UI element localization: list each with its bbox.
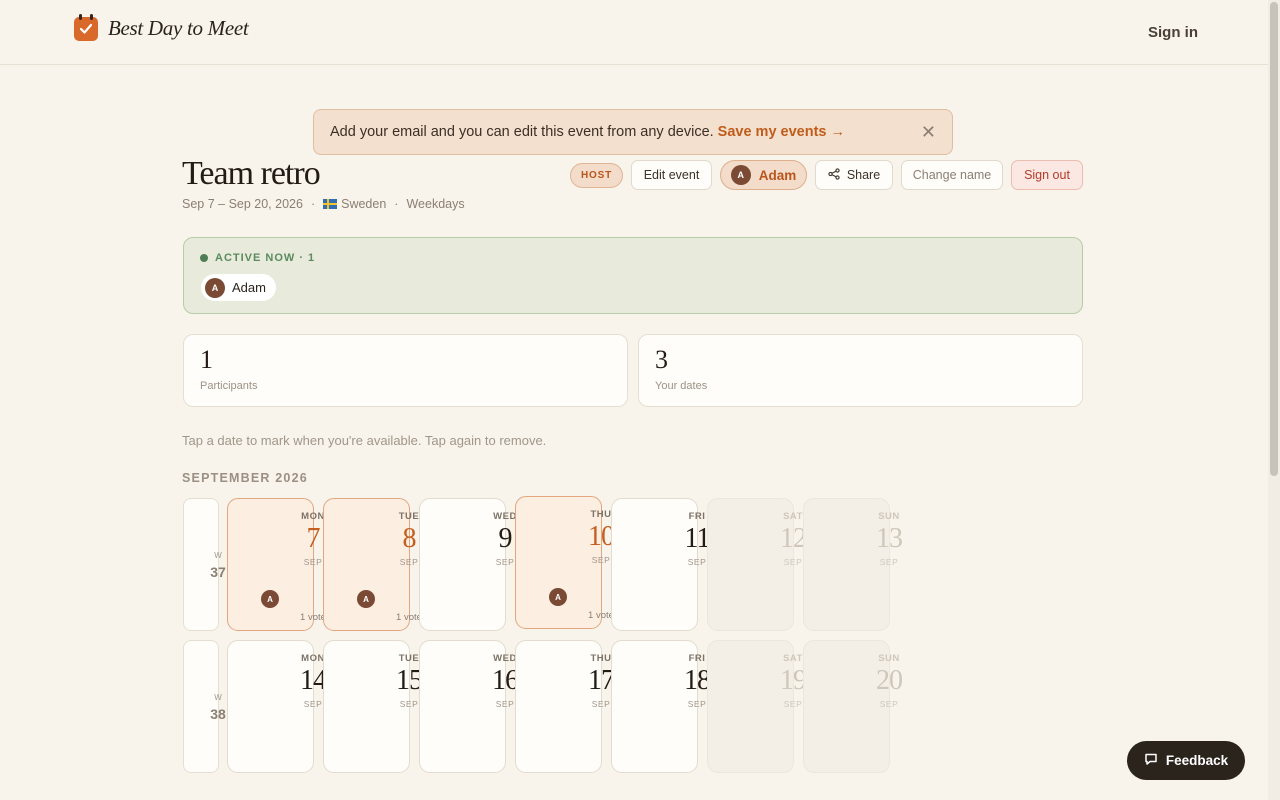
chat-bubble-icon [1144,752,1158,769]
day-cell-20: SUN 20 SEP [803,640,903,773]
week-number-label: W 38 [183,640,226,773]
day-cell-13: SUN 13 SEP [803,498,903,631]
brand-name: Best Day to Meet [108,16,249,40]
current-user-name: Adam [758,167,797,183]
edit-event-button[interactable]: Edit event [631,160,712,190]
feedback-label: Feedback [1165,753,1229,768]
day-cell-17[interactable]: THU 17 SEP [515,640,615,773]
close-icon[interactable]: ✕ [921,122,936,143]
day-cell-7[interactable]: MON 7 SEP A 1 vote [227,498,326,631]
day-cell-16[interactable]: WED 16 SEP [419,640,519,773]
day-cell-8[interactable]: TUE 8 SEP A 1 vote [323,498,422,631]
online-dot-icon [200,254,208,262]
day-cell-18[interactable]: FRI 18 SEP [611,640,711,773]
your-dates-count: 3 [655,345,668,374]
sign-in-link[interactable]: Sign in [1148,24,1198,41]
event-date-range: Sep 7 – Sep 20, 2026 [182,197,303,211]
day-cell-19: SAT 19 SEP [707,640,807,773]
avatar: A [261,590,279,608]
top-bar: Best Day to Meet Sign in [0,0,1268,65]
your-dates-stat: 3 Your dates [638,334,1083,407]
day-cell-12: SAT 12 SEP [707,498,807,631]
day-cell-9[interactable]: WED 9 SEP [419,498,516,631]
share-button[interactable]: Share [815,160,893,190]
day-cell-10[interactable]: THU 10 SEP A 1 vote [515,496,615,629]
avatar: A [730,165,751,185]
host-badge: HOST [570,163,623,188]
calendar-check-icon [74,13,98,41]
event-days-filter: Weekdays [406,197,465,211]
week-number-label: W 37 [183,498,226,631]
active-user-chip: A Adam [201,274,276,301]
day-cell-15[interactable]: TUE 15 SEP [323,640,423,773]
meta-separator: · [310,197,316,211]
participants-stat: 1 Participants [183,334,628,407]
avatar: A [357,590,375,608]
day-cell-14[interactable]: MON 14 SEP [227,640,327,773]
sign-out-button[interactable]: Sign out [1011,160,1083,190]
current-user-button[interactable]: A Adam [720,160,807,190]
day-month: SEP [879,557,899,567]
active-now-text: ACTIVE NOW · 1 [215,252,316,264]
avatar: A [549,588,567,606]
meta-separator: · [394,197,399,211]
your-dates-label: Your dates [655,380,708,392]
page-title: Team retro [182,155,321,192]
participants-label: Participants [200,380,258,392]
banner-text: Add your email and you can edit this eve… [330,124,714,140]
day-of-week: SUN [878,653,900,664]
scrollbar-thumb[interactable] [1270,2,1278,476]
day-month: SEP [879,699,899,709]
calendar-hint: Tap a date to mark when you're available… [182,433,547,448]
brand-logo[interactable]: Best Day to Meet [74,13,249,41]
active-now-panel: ACTIVE NOW · 1 A Adam [183,237,1083,314]
avatar: A [205,277,225,298]
participants-count: 1 [200,345,213,374]
share-icon [828,167,840,183]
country-name: Sweden [341,197,387,211]
change-name-button[interactable]: Change name [901,160,1003,190]
active-now-label: ACTIVE NOW · 1 [200,252,315,264]
day-number: 20 [876,665,903,696]
event-meta: Sep 7 – Sep 20, 2026 · Sweden · Weekdays [182,197,465,211]
active-user-name: Adam [232,280,266,295]
sweden-flag-icon [323,199,338,209]
event-country: Sweden [323,197,386,211]
save-my-events-link[interactable]: Save my events → [718,124,845,140]
share-label: Share [846,168,881,182]
day-cell-11[interactable]: FRI 11 SEP [611,498,710,631]
save-events-banner: Add your email and you can edit this eve… [313,109,953,155]
day-number: 13 [876,523,903,554]
month-heading: SEPTEMBER 2026 [182,471,308,485]
feedback-button[interactable]: Feedback [1127,741,1245,780]
day-of-week: SUN [878,511,900,522]
